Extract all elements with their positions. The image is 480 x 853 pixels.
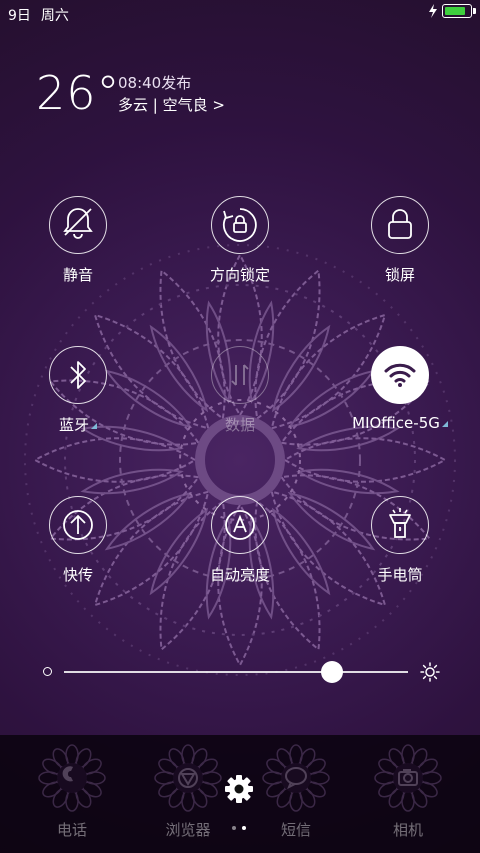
page-dot: [242, 826, 246, 830]
toggle-tile[interactable]: MIOffice-5G: [340, 346, 460, 432]
browser-icon: [154, 744, 222, 812]
gear-icon[interactable]: [222, 772, 256, 806]
bluetooth-icon: [70, 361, 86, 389]
status-bar: 9日 周六: [0, 0, 480, 28]
dock-app[interactable]: 相机: [348, 735, 468, 840]
dock-app-label: 短信: [280, 821, 311, 839]
flashlight-icon: [389, 508, 411, 538]
status-date: 9日: [8, 8, 31, 24]
toggle-label: 手电筒: [340, 564, 460, 585]
toggle-label-text: MIOffice-5G: [352, 414, 440, 432]
toggle-button[interactable]: [49, 196, 107, 254]
toggle-label-text: 蓝牙: [58, 416, 89, 434]
message-icon: [262, 744, 330, 812]
brightness-track[interactable]: [64, 671, 408, 673]
toggle-label: 数据: [180, 414, 300, 435]
toggle-tile[interactable]: 蓝牙: [18, 346, 138, 435]
toggle-tile[interactable]: 静音: [18, 196, 138, 285]
bell-off-icon: [63, 208, 93, 239]
toggle-label: MIOffice-5G: [340, 414, 460, 432]
toggle-tile[interactable]: 自动亮度: [180, 496, 300, 585]
toggle-button[interactable]: [371, 346, 429, 404]
battery-level: [445, 7, 466, 15]
status-weekday: 周六: [40, 8, 69, 24]
toggle-label: 蓝牙: [18, 414, 138, 435]
gear-tooth: [236, 796, 242, 803]
toggle-label-text: 锁屏: [384, 266, 415, 284]
toggle-tile[interactable]: 手电筒: [340, 496, 460, 585]
toggle-button[interactable]: [49, 496, 107, 554]
phone-icon: [38, 744, 106, 812]
toggle-button[interactable]: [211, 196, 269, 254]
toggle-label: 锁屏: [340, 264, 460, 285]
toggle-tile[interactable]: 数据: [180, 346, 300, 435]
auto-brightness-icon: [225, 510, 255, 540]
toggle-label-text: 自动亮度: [209, 566, 270, 584]
dock-app-label: 电话: [56, 821, 87, 839]
dock-app[interactable]: 电话: [12, 735, 132, 840]
toggle-button[interactable]: [371, 196, 429, 254]
rotation-lock-icon: [223, 208, 257, 242]
page-indicator: [232, 826, 246, 830]
brightness-thumb[interactable]: [321, 661, 344, 683]
toggle-button[interactable]: [49, 346, 107, 404]
brightness-high-icon: [420, 662, 440, 682]
lock-icon: [388, 209, 412, 239]
toggle-tile[interactable]: 方向锁定: [180, 196, 300, 285]
charging-bolt-icon: [429, 4, 437, 18]
toggle-label: 方向锁定: [180, 264, 300, 285]
toggle-button[interactable]: [371, 496, 429, 554]
battery-icon: [442, 4, 476, 18]
expand-indicator-icon[interactable]: [441, 421, 448, 427]
temperature: 26°: [36, 66, 121, 120]
toggle-label-text: 方向锁定: [209, 266, 270, 284]
toggle-label-text: 数据: [224, 416, 255, 434]
gear-tooth: [225, 786, 232, 792]
upload-icon: [63, 510, 93, 540]
wifi-icon: [384, 363, 416, 387]
page-dot: [232, 826, 236, 830]
toggle-label-text: 手电筒: [377, 566, 423, 584]
camera-icon: [374, 744, 442, 812]
toggle-label: 静音: [18, 264, 138, 285]
dock-app-label: 相机: [392, 821, 423, 839]
dock-app-icon[interactable]: [37, 743, 107, 813]
toggle-label-text: 静音: [62, 266, 93, 284]
expand-indicator-icon[interactable]: [91, 423, 97, 429]
weather-condition-link[interactable]: 多云 | 空气良 >: [118, 94, 318, 116]
dock-app-icon[interactable]: [153, 743, 223, 813]
toggle-button[interactable]: [211, 346, 269, 404]
toggle-tile[interactable]: 锁屏: [340, 196, 460, 285]
dock-app-icon[interactable]: [373, 743, 443, 813]
toggle-label: 自动亮度: [180, 564, 300, 585]
toggle-tile[interactable]: 快传: [18, 496, 138, 585]
dock-app-label: 浏览器: [165, 821, 211, 839]
gear-tooth: [246, 786, 253, 792]
toggle-button[interactable]: [211, 496, 269, 554]
gear-tooth: [236, 775, 242, 782]
brightness-slider[interactable]: [40, 660, 440, 684]
brightness-low-icon: [43, 667, 52, 676]
dock-app-icon[interactable]: [261, 743, 331, 813]
mobile-data-icon: [231, 364, 249, 386]
toggle-label-text: 快传: [62, 566, 93, 584]
toggle-label: 快传: [18, 564, 138, 585]
weather-published-time: 08:40发布: [118, 74, 192, 92]
